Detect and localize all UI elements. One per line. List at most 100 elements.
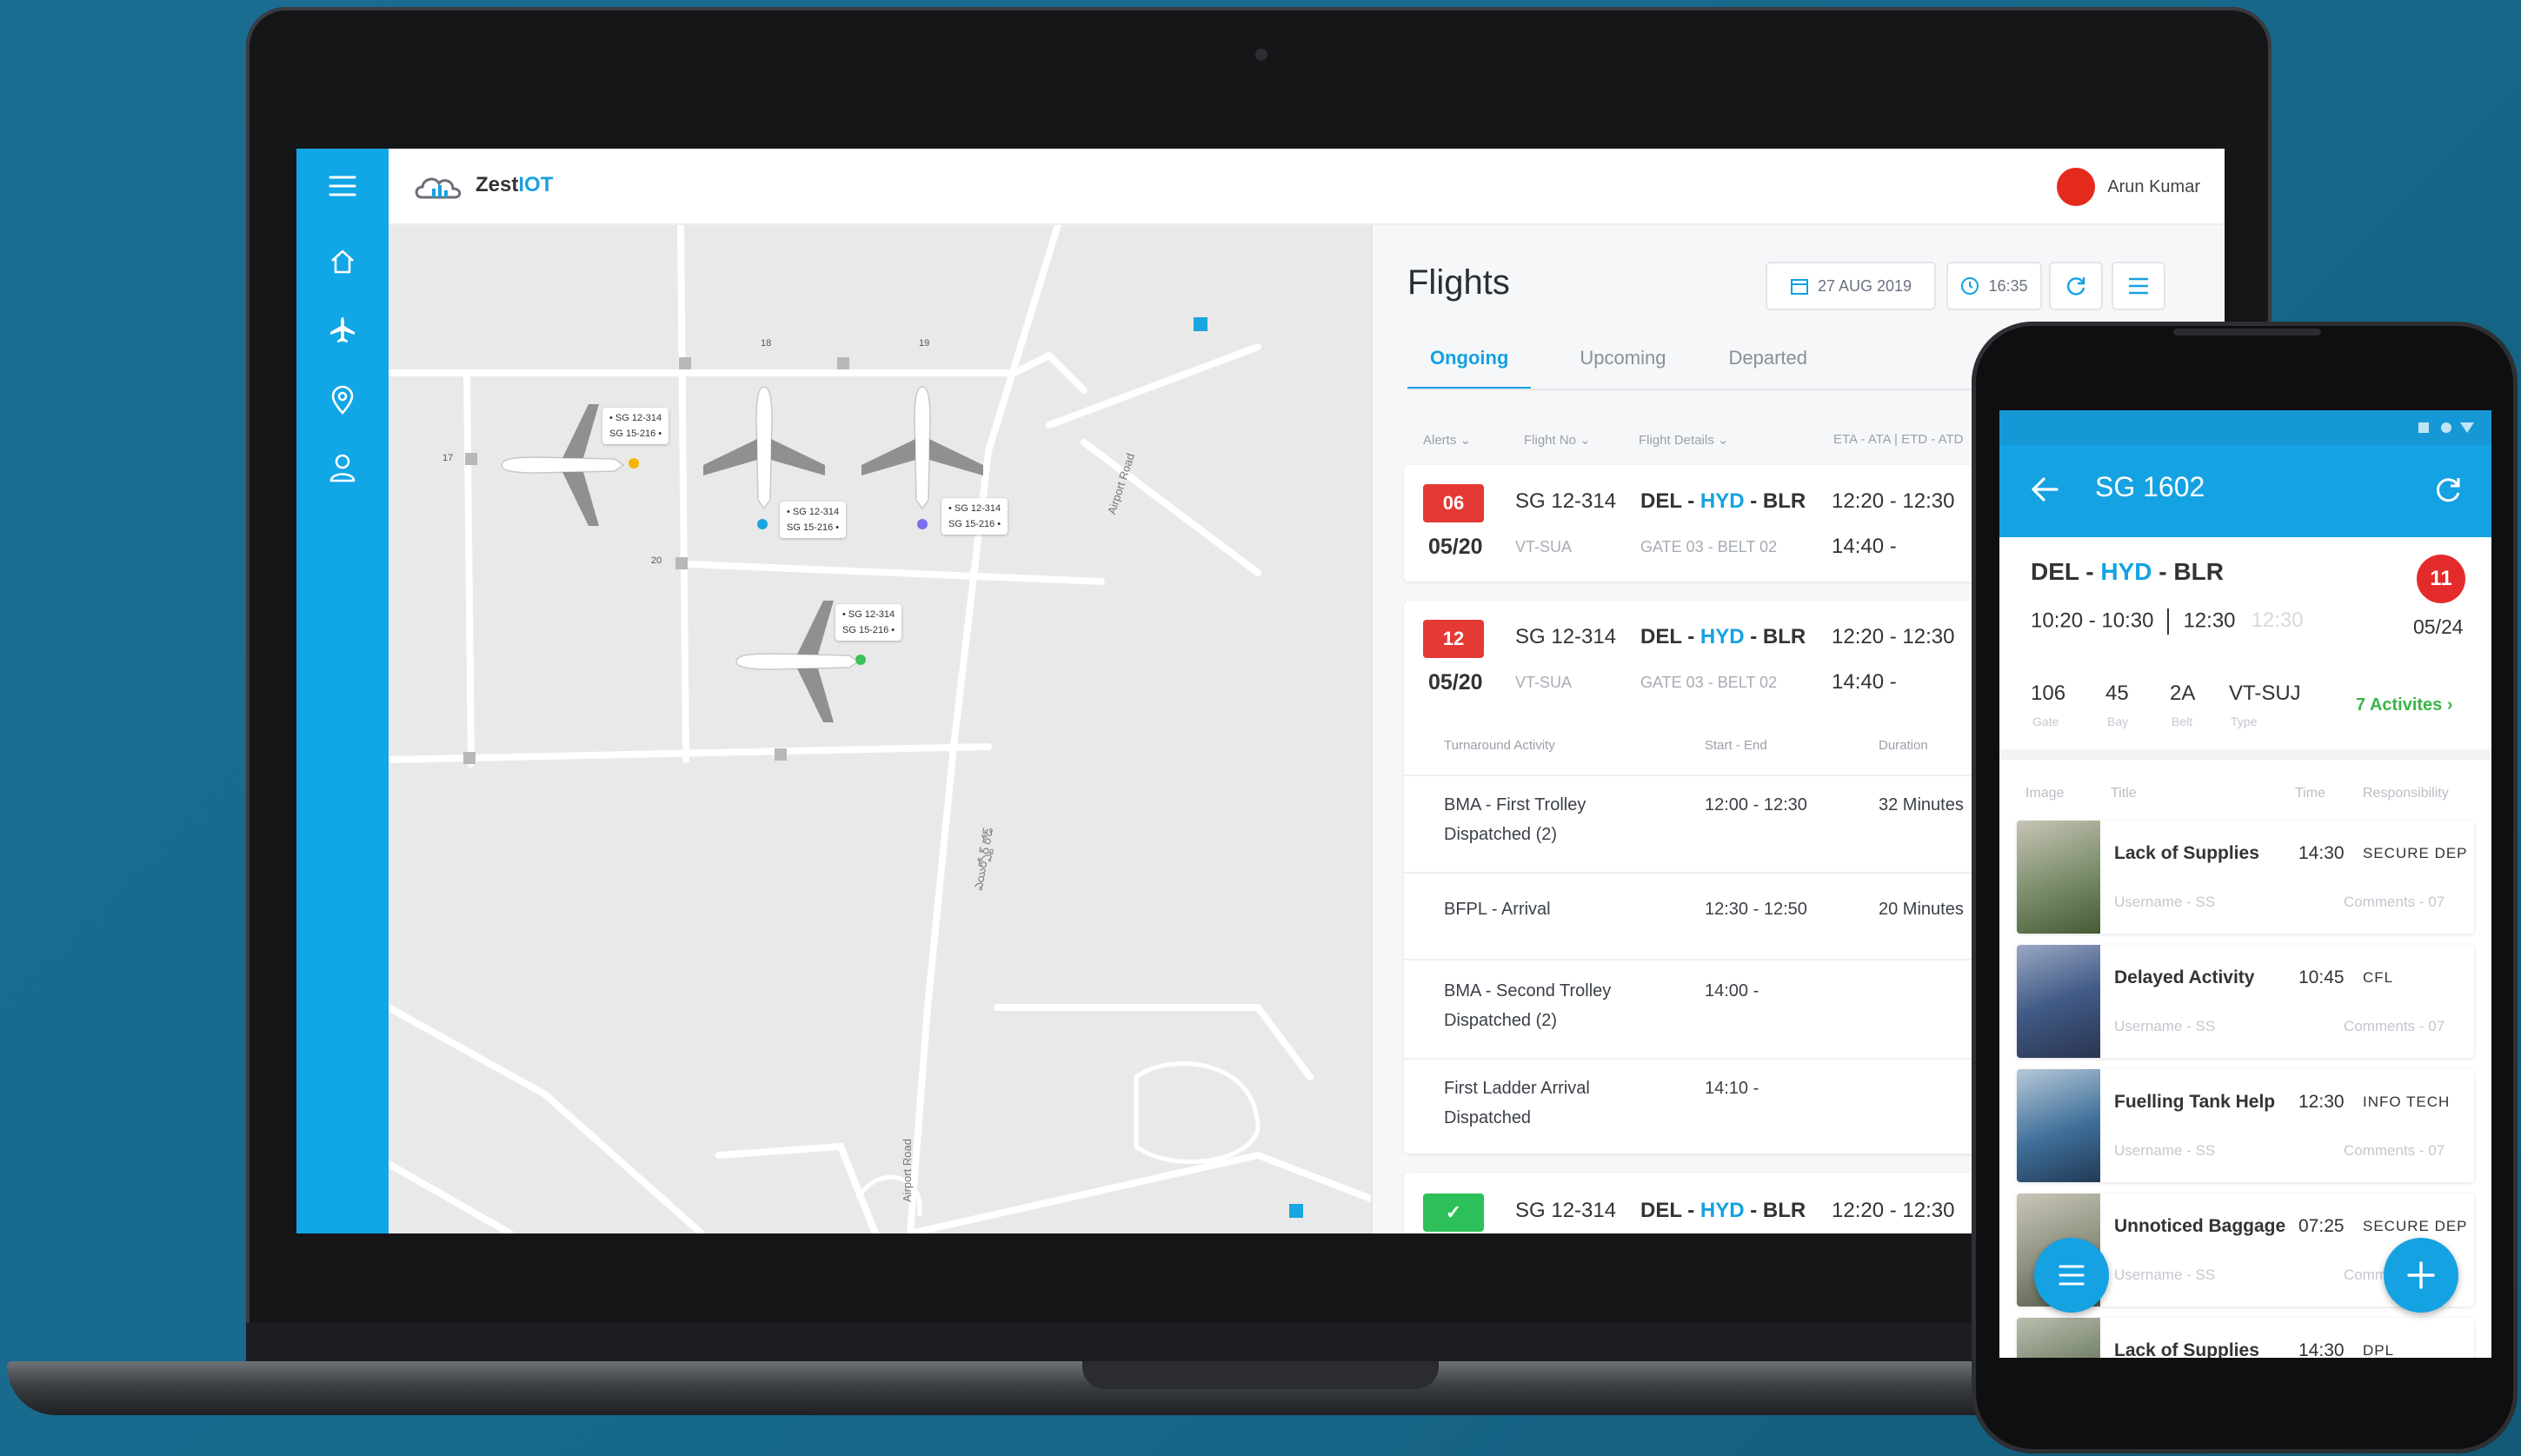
- date-value: 27 AUG 2019: [1817, 276, 1912, 295]
- phone-screen: SG 1602 DEL - HYD - BLR 11 10:20 - 10:30…: [1999, 410, 2491, 1358]
- column-header[interactable]: Flight No ⌄: [1524, 432, 1591, 448]
- menu-icon[interactable]: [326, 170, 359, 203]
- flight-tag-line: SG 15-216 •: [842, 625, 895, 635]
- issue-comments: Comments - 07: [2344, 1018, 2445, 1034]
- location-pin-icon[interactable]: [326, 383, 359, 416]
- page-title: Flights: [1407, 263, 1510, 302]
- issue-card[interactable]: Lack of Supplies 14:30 SECURE DEP Userna…: [2017, 821, 2474, 934]
- issue-thumbnail: [2017, 1318, 2100, 1358]
- stand-label: 17: [442, 453, 454, 463]
- flight-tag[interactable]: • SG 12-314 SG 15-216 •: [780, 502, 847, 538]
- section-divider: [1999, 749, 2491, 760]
- route-hub: HYD: [1700, 1199, 1745, 1222]
- activity-time: 14:10 -: [1705, 1079, 1759, 1098]
- flight-tag-line: • SG 12-314: [948, 503, 1001, 514]
- tab-departed[interactable]: Departed: [1706, 347, 1830, 390]
- activity-name: BMA - First Trolley Dispatched (2): [1444, 795, 1586, 844]
- laptop-screen: ZestIOT Arun Kumar 17 18 19 20 • SG 12-3…: [296, 149, 2225, 1233]
- user-menu[interactable]: Arun Kumar: [2057, 168, 2200, 206]
- brand-name: ZestIOT: [476, 173, 553, 197]
- issue-comments: Comments - 07: [2344, 1142, 2445, 1159]
- flight-tag[interactable]: • SG 12-314 SG 15-216 •: [835, 604, 902, 641]
- back-arrow-icon[interactable]: [2031, 476, 2059, 502]
- aircraft-reg: VT-SUA: [1515, 674, 1573, 691]
- issue-user: Username - SS: [2114, 1267, 2216, 1283]
- issue-card[interactable]: Fuelling Tank Help 12:30 INFO TECH Usern…: [2017, 1069, 2474, 1182]
- refresh-icon: [2066, 277, 2085, 296]
- issue-card[interactable]: Delayed Activity 10:45 CFL Username - SS…: [2017, 945, 2474, 1058]
- belt-value: 2A: [2170, 681, 2196, 705]
- issue-card[interactable]: Lack of Supplies 14:30 DPL: [2017, 1318, 2474, 1358]
- tab-upcoming[interactable]: Upcoming: [1557, 347, 1688, 390]
- route-to: - BLR: [2152, 558, 2224, 585]
- laptop-hinge: [246, 1323, 2272, 1363]
- route-to: - BLR: [1744, 625, 1806, 648]
- issue-responsibility: DPL: [2363, 1342, 2395, 1358]
- issue-responsibility: CFL: [2363, 969, 2394, 986]
- column-header[interactable]: ETA - ATA | ETD - ATD: [1833, 432, 1963, 447]
- time-range: 10:20 - 10:30: [2031, 608, 2154, 633]
- flight-tag-line: SG 15-216 •: [609, 429, 662, 439]
- bay-value: 45: [2105, 681, 2129, 705]
- menu-fab[interactable]: [2034, 1238, 2109, 1313]
- airport-map[interactable]: 17 18 19 20 • SG 12-314 SG 15-216 • • SG …: [389, 225, 1371, 1233]
- issue-user: Username - SS: [2114, 1018, 2216, 1034]
- home-icon[interactable]: [326, 245, 359, 278]
- gate-belt: GATE 03 - BELT 02: [1640, 674, 1778, 691]
- cloud-logo-icon: [415, 177, 462, 199]
- flight-number: SG 12-314: [1515, 1199, 1617, 1222]
- route-from: DEL -: [2031, 558, 2101, 585]
- laptop-notch: [1082, 1361, 1439, 1389]
- flight-tag-line: SG 15-216 •: [948, 519, 1001, 529]
- departure-times: 14:40 -: [1832, 670, 1897, 694]
- activity-duration: 20 Minutes: [1879, 900, 1964, 919]
- brand-logo[interactable]: ZestIOT: [413, 168, 553, 203]
- refresh-icon[interactable]: [2432, 475, 2464, 506]
- type-value: VT-SUJ: [2229, 681, 2301, 705]
- stand-label: 19: [919, 338, 930, 349]
- aircraft-reg: VT-SUA: [1515, 538, 1573, 555]
- issue-user: Username - SS: [2114, 1142, 2216, 1159]
- user-name: Arun Kumar: [2107, 176, 2200, 196]
- flight-tag[interactable]: • SG 12-314 SG 15-216 •: [602, 408, 669, 444]
- flight-route: DEL - HYD - BLR: [1640, 489, 1806, 514]
- activity-name: BMA - Second Trolley Dispatched (2): [1444, 981, 1612, 1030]
- issue-thumbnail: [2017, 945, 2100, 1058]
- stand-label: 18: [761, 338, 772, 349]
- issue-comments: Comments - 07: [2344, 894, 2445, 910]
- route-hub: HYD: [1700, 625, 1745, 648]
- phone-date: 05/24: [2413, 615, 2464, 638]
- activity-name: BFPL - Arrival: [1444, 900, 1551, 919]
- gate-label: GATE 03: [1640, 674, 1704, 691]
- flight-tag-line: SG 15-216 •: [787, 522, 840, 533]
- add-fab[interactable]: [2384, 1238, 2458, 1313]
- date-picker[interactable]: 27 AUG 2019: [1766, 262, 1936, 310]
- route-from: DEL -: [1640, 1199, 1700, 1222]
- top-bar: ZestIOT Arun Kumar: [389, 149, 2225, 225]
- issue-title: Fuelling Tank Help: [2114, 1092, 2276, 1112]
- plane-icon[interactable]: [326, 314, 359, 347]
- time-picker[interactable]: 16:35: [1946, 262, 2042, 310]
- list-view-button[interactable]: [2112, 262, 2165, 310]
- user-icon[interactable]: [326, 451, 359, 484]
- column-header[interactable]: Flight Details ⌄: [1639, 432, 1728, 448]
- status-ok-badge: ✓: [1423, 1193, 1484, 1232]
- plus-icon: [2407, 1261, 2435, 1289]
- list-header: Title: [2111, 786, 2137, 801]
- alert-count-badge[interactable]: 11: [2417, 555, 2465, 603]
- departure-times: 14:40 -: [1832, 535, 1897, 558]
- flight-tag[interactable]: • SG 12-314 SG 15-216 •: [941, 498, 1008, 535]
- refresh-button[interactable]: [2049, 262, 2103, 310]
- phone-speaker: [2173, 329, 2321, 336]
- menu-icon: [2059, 1265, 2085, 1286]
- flight-number: SG 12-314: [1515, 489, 1617, 513]
- phone-route: DEL - HYD - BLR: [2031, 558, 2224, 586]
- gate-value: 106: [2031, 681, 2066, 705]
- column-header[interactable]: Alerts ⌄: [1423, 432, 1471, 448]
- tab-ongoing[interactable]: Ongoing: [1407, 347, 1532, 390]
- activities-link[interactable]: 7 Activites ›: [2356, 695, 2453, 715]
- route-hub: HYD: [1700, 489, 1745, 513]
- sidebar: [296, 149, 389, 1233]
- issue-time: 07:25: [2298, 1216, 2345, 1236]
- activity-name: First Ladder Arrival Dispatched: [1444, 1079, 1590, 1127]
